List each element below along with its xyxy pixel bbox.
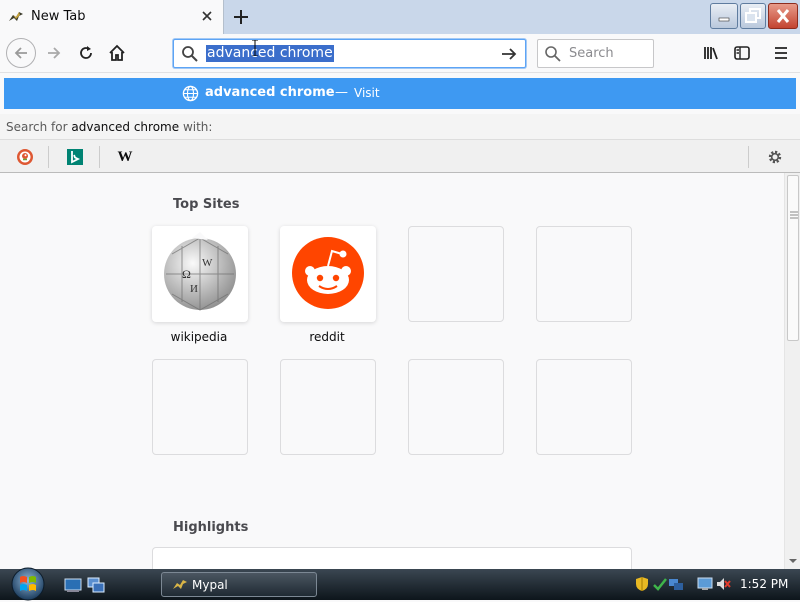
show-desktop-icon[interactable] (64, 577, 82, 593)
new-tab-plus-icon[interactable] (230, 6, 252, 28)
close-tab-icon[interactable] (199, 8, 215, 24)
highlights-heading: Highlights (173, 520, 249, 535)
reload-button[interactable] (72, 39, 100, 67)
navigation-toolbar: advanced chrome Search (0, 34, 800, 73)
forward-arrow-icon (48, 47, 61, 59)
go-arrow-icon[interactable] (500, 45, 518, 63)
library-button[interactable] (697, 39, 725, 67)
tab-strip: New Tab (0, 0, 800, 34)
new-tab-page: Top Sites Ω W И wikipedia reddit Highlig… (0, 173, 784, 571)
mypal-favicon-icon (9, 12, 23, 21)
svg-text:Ω: Ω (182, 267, 191, 281)
engine-divider (48, 146, 49, 168)
taskbar-app-mypal[interactable]: Mypal (161, 572, 317, 597)
top-site-placeholder (152, 359, 248, 455)
forward-button[interactable] (40, 39, 68, 67)
checkmark-status-icon[interactable] (652, 576, 668, 592)
window-controls (710, 3, 798, 29)
top-site-label[interactable]: wikipedia (151, 330, 247, 344)
mypal-app-icon (173, 580, 187, 589)
minimize-icon (718, 17, 730, 22)
wikipedia-globe-icon: Ω W И (164, 232, 236, 311)
top-sites-heading: Top Sites (173, 197, 240, 212)
engine-divider (99, 146, 100, 168)
close-window-icon (776, 9, 790, 23)
display-icon[interactable] (697, 576, 713, 592)
minimize-button[interactable] (710, 3, 738, 29)
grip-icon (790, 211, 798, 219)
switch-windows-icon[interactable] (87, 577, 105, 593)
restore-button[interactable] (740, 3, 766, 29)
gear-icon[interactable] (766, 148, 784, 166)
taskbar-app-label: Mypal (192, 578, 228, 592)
back-button[interactable] (6, 38, 36, 68)
system-clock[interactable]: 1:52 PM (740, 577, 788, 591)
url-bar[interactable]: advanced chrome (173, 39, 526, 68)
search-icon (182, 46, 198, 62)
one-off-search-header: Search for advanced chrome with: (0, 114, 800, 139)
svg-text:И: И (190, 283, 198, 295)
close-window-button[interactable] (768, 3, 798, 29)
reddit-icon (292, 237, 364, 309)
taskbar: Mypal 1:52 PM (0, 566, 800, 602)
hamburger-menu-icon (775, 47, 787, 59)
highlights-card[interactable] (152, 547, 632, 571)
security-shield-icon[interactable] (634, 576, 650, 592)
top-site-placeholder (280, 359, 376, 455)
duckduckgo-icon[interactable] (16, 148, 34, 166)
top-site-wikipedia[interactable]: Ω W И (152, 226, 248, 322)
suggestion-title: advanced chrome (205, 85, 335, 100)
top-site-placeholder (536, 359, 632, 455)
scrollbar-thumb[interactable] (787, 175, 799, 341)
url-suggestion-row[interactable]: advanced chrome — Visit (4, 78, 796, 109)
search-box-placeholder: Search (569, 46, 614, 61)
scroll-down-arrow-icon[interactable] (787, 557, 799, 565)
top-site-label[interactable]: reddit (279, 330, 375, 344)
top-site-reddit[interactable] (280, 226, 376, 322)
tab-new-tab[interactable]: New Tab (0, 0, 224, 34)
suggestion-action: Visit (354, 86, 380, 100)
search-icon (545, 46, 561, 62)
start-button-icon[interactable] (8, 566, 48, 602)
bing-icon[interactable] (66, 148, 84, 166)
wikipedia-icon[interactable]: W (116, 148, 134, 166)
one-off-search-engines: W (0, 139, 800, 173)
url-input-value[interactable]: advanced chrome (206, 45, 334, 62)
top-site-placeholder (536, 226, 632, 322)
menu-button[interactable] (767, 39, 795, 67)
svg-text:W: W (202, 257, 213, 269)
sidebar-icon (734, 46, 750, 60)
tab-title: New Tab (31, 9, 86, 24)
page-scrollbar[interactable] (784, 173, 800, 569)
sidebar-button[interactable] (728, 39, 756, 67)
home-icon (109, 44, 125, 61)
search-box[interactable]: Search (537, 39, 654, 68)
engine-divider (748, 146, 749, 168)
search-with-text: Search for advanced chrome with: (6, 120, 213, 134)
suggestion-separator: — (335, 85, 348, 100)
globe-icon (182, 85, 199, 102)
top-site-placeholder (408, 359, 504, 455)
top-site-placeholder (408, 226, 504, 322)
reload-icon (80, 46, 92, 59)
text-cursor-icon (252, 40, 258, 56)
restore-icon (745, 8, 761, 23)
network-icon[interactable] (668, 576, 684, 592)
back-arrow-icon (14, 47, 27, 59)
home-button[interactable] (103, 39, 131, 67)
library-icon (704, 47, 718, 60)
volume-muted-icon[interactable] (715, 576, 731, 592)
